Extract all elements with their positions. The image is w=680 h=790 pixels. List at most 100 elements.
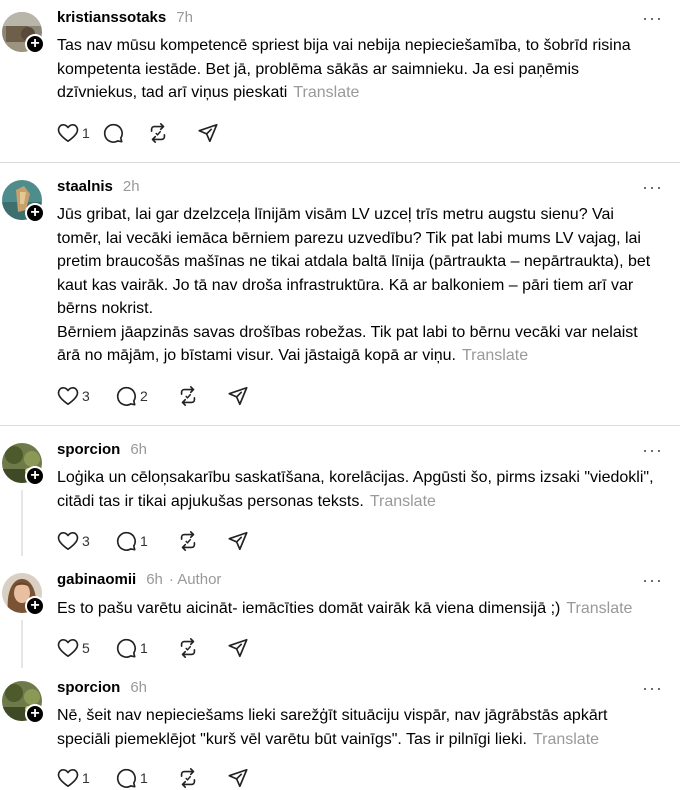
reply-button[interactable] [102,121,147,145]
share-button[interactable] [227,636,257,660]
post-sporcion: + sporcion 6h ··· Loģika un cēloņsakarīb… [0,426,680,556]
heart-icon [57,532,79,550]
repost-button[interactable] [177,384,227,408]
author-tag: · Author [168,571,222,588]
username[interactable]: sporcion [57,679,120,696]
share-icon [228,768,248,788]
reply-count: 1 [140,770,148,786]
reply-count: 1 [140,640,148,656]
post-body: Loģika un cēloņsakarību saskatīšana, kor… [57,469,654,510]
like-count: 1 [82,125,90,141]
comment-icon [116,638,136,658]
post-header: sporcion 6h [57,441,147,463]
post-text: Tas nav mūsu kompetencē spriest bija vai… [57,34,657,105]
post-gabinaomii: + gabinaomii 6h · Author ··· Es to pašu … [0,556,680,668]
post-text: Jūs gribat, lai gar dzelzceļa līnijām vi… [57,203,657,368]
translate-link[interactable]: Translate [533,731,599,748]
action-bar: 3 2 [57,384,257,408]
comment-icon [116,768,136,788]
post-text: Nē, šeit nav nepieciešams lieki sarežģīt… [57,704,657,751]
follow-plus-icon[interactable]: + [25,203,45,223]
share-button[interactable] [227,529,257,553]
like-count: 3 [82,533,90,549]
more-icon[interactable]: ··· [642,9,662,30]
repost-button[interactable] [177,766,227,790]
username[interactable]: kristianssotaks [57,9,166,26]
username[interactable]: gabinaomii [57,571,136,588]
share-button[interactable] [197,121,227,145]
post-kristianssotaks: + kristianssotaks 7h ··· Tas nav mūsu ko… [0,0,680,162]
like-count: 5 [82,640,90,656]
reply-button[interactable]: 1 [115,636,177,660]
action-bar: 1 1 [57,766,257,790]
post-body-paragraph-1: Jūs gribat, lai gar dzelzceļa līnijām vi… [57,206,651,317]
timestamp[interactable]: 2h [123,178,140,195]
thread-line [21,490,23,556]
repost-icon [180,531,196,551]
post-staalnis: + staalnis 2h ··· Jūs gribat, lai gar dz… [0,163,680,425]
translate-link[interactable]: Translate [370,493,436,510]
share-button[interactable] [227,384,257,408]
thread-line [21,620,23,668]
timestamp[interactable]: 6h [146,571,163,588]
post-header: gabinaomii 6h · Author [57,571,221,593]
repost-button[interactable] [177,529,227,553]
follow-plus-icon[interactable]: + [25,704,45,724]
post-header: staalnis 2h [57,178,140,200]
like-count: 1 [82,770,90,786]
follow-plus-icon[interactable]: + [25,34,45,54]
like-button[interactable]: 5 [57,636,115,660]
reply-button[interactable]: 1 [115,766,177,790]
post-header: sporcion 6h [57,679,147,701]
reply-count: 1 [140,533,148,549]
like-button[interactable]: 1 [57,121,102,145]
share-icon [198,123,218,143]
reply-button[interactable]: 1 [115,529,177,553]
heart-icon [57,387,79,405]
timestamp[interactable]: 6h [130,679,147,696]
follow-plus-icon[interactable]: + [25,596,45,616]
post-text: Es to pašu varētu aicināt- iemācīties do… [57,597,657,621]
username[interactable]: staalnis [57,178,113,195]
action-bar: 3 1 [57,529,257,553]
share-icon [228,638,248,658]
reply-count: 2 [140,388,148,404]
heart-icon [57,639,79,657]
post-text: Loģika un cēloņsakarību saskatīšana, kor… [57,466,657,513]
more-icon[interactable]: ··· [642,571,662,592]
post-sporcion-reply: + sporcion 6h ··· Nē, šeit nav nepiecieš… [0,668,680,789]
post-body: Nē, šeit nav nepieciešams lieki sarežģīt… [57,707,608,748]
repost-button[interactable] [147,121,197,145]
more-icon[interactable]: ··· [642,441,662,462]
post-body-paragraph-2: Bērniem jāapzinās savas drošības robežas… [57,323,638,365]
heart-icon [57,124,79,142]
more-icon[interactable]: ··· [642,679,662,700]
comment-icon [116,531,136,551]
comment-icon [103,123,123,143]
more-icon[interactable]: ··· [642,178,662,199]
comment-icon [116,386,136,406]
reply-button[interactable]: 2 [115,384,177,408]
action-bar: 1 [57,121,227,145]
translate-link[interactable]: Translate [462,347,528,364]
like-button[interactable]: 3 [57,529,115,553]
timestamp[interactable]: 6h [130,441,147,458]
translate-link[interactable]: Translate [566,600,632,617]
repost-icon [180,638,196,658]
like-count: 3 [82,388,90,404]
action-bar: 5 1 [57,636,257,660]
share-button[interactable] [227,766,257,790]
share-icon [228,531,248,551]
repost-icon [180,768,196,788]
like-button[interactable]: 1 [57,766,115,790]
like-button[interactable]: 3 [57,384,115,408]
heart-icon [57,769,79,787]
post-header: kristianssotaks 7h [57,9,193,31]
repost-icon [180,386,196,406]
repost-icon [150,123,166,143]
follow-plus-icon[interactable]: + [25,466,45,486]
translate-link[interactable]: Translate [293,84,359,101]
timestamp[interactable]: 7h [176,9,193,26]
repost-button[interactable] [177,636,227,660]
username[interactable]: sporcion [57,441,120,458]
